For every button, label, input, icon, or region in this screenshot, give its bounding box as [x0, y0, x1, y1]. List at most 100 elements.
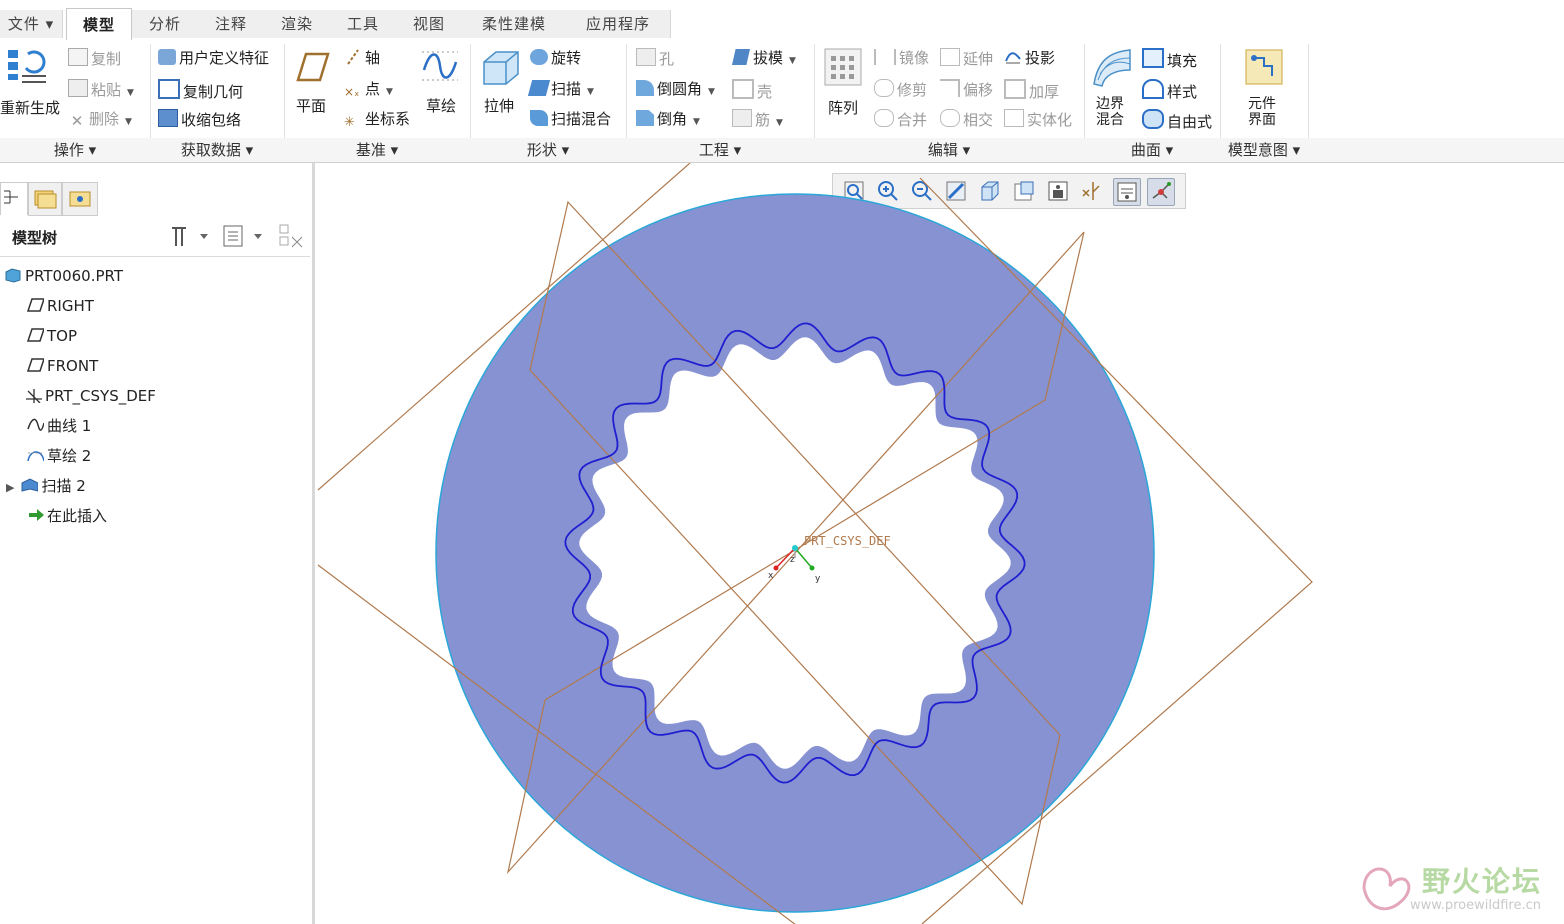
udf-button[interactable]: 用户定义特征 — [158, 48, 269, 68]
tree-item-sweep[interactable]: ▶ 扫描 2 — [6, 474, 86, 498]
point-button[interactable]: ×ₓ 点 ▼ — [344, 79, 393, 102]
tab-model[interactable]: 模型 — [66, 8, 132, 42]
draft-button[interactable]: 拔模 ▼ — [732, 48, 796, 71]
freestyle-button[interactable]: 自由式 — [1142, 109, 1212, 132]
graphics-canvas[interactable]: PRT_CSYS_DEF x y z — [315, 163, 1564, 924]
group-editing[interactable]: 编辑 ▾ — [814, 138, 1084, 162]
copy-geometry-button[interactable]: 复制几何 — [158, 79, 243, 102]
tree-filter-icon[interactable] — [278, 223, 306, 253]
tree-settings-icon[interactable] — [168, 224, 212, 252]
round-button[interactable]: 倒圆角 ▼ — [636, 79, 715, 102]
thicken-button[interactable]: 加厚 — [1004, 79, 1059, 102]
tree-item-part[interactable]: PRT0060.PRT — [4, 264, 123, 288]
thicken-icon — [1004, 79, 1026, 99]
watermark-text: 野火论坛 — [1422, 865, 1543, 898]
merge-icon — [874, 109, 894, 127]
tree-item-top[interactable]: TOP — [26, 324, 77, 348]
round-icon — [636, 80, 654, 96]
component-interface-icon[interactable] — [1244, 48, 1284, 91]
udf-icon — [158, 49, 176, 65]
boundary-blend-button[interactable]: 边界 混合 — [1096, 96, 1124, 128]
tab-file[interactable]: 文件 ▾ — [0, 10, 63, 38]
tab-analysis[interactable]: 分析 — [132, 10, 199, 38]
favorites-tab-icon[interactable] — [62, 182, 98, 216]
fill-button[interactable]: 填充 — [1142, 48, 1197, 71]
copy-geometry-icon — [158, 79, 180, 99]
datum-plane-icon — [26, 358, 44, 372]
group-model-intent[interactable]: 模型意图 ▾ — [1220, 138, 1308, 162]
model-tree-tab-icon[interactable] — [0, 182, 28, 215]
swept-blend-button[interactable]: 扫描混合 — [530, 109, 611, 129]
trim-button[interactable]: 修剪 — [874, 79, 927, 100]
tree-item-sketch[interactable]: 草绘 2 — [26, 444, 91, 468]
rib-button[interactable]: 筋 ▼ — [732, 109, 783, 133]
solidify-button[interactable]: 实体化 — [1004, 109, 1072, 130]
offset-button[interactable]: 偏移 — [940, 79, 993, 100]
tree-item-front[interactable]: FRONT — [26, 354, 98, 378]
plane-button[interactable]: 平面 — [296, 96, 326, 116]
shell-button[interactable]: 壳 — [732, 79, 772, 102]
sweep-button[interactable]: 扫描 ▼ — [527, 79, 594, 102]
group-get-data[interactable]: 获取数据 ▾ — [150, 138, 284, 162]
datum-plane-icon — [26, 328, 44, 342]
axis-z-label: z — [790, 555, 795, 565]
expand-arrow-icon[interactable]: ▶ — [6, 481, 14, 494]
shell-icon — [732, 79, 754, 99]
group-operations[interactable]: 操作 ▾ — [0, 138, 150, 162]
pattern-button[interactable]: 阵列 — [828, 98, 858, 118]
pattern-icon[interactable] — [824, 48, 862, 91]
group-surfaces[interactable]: 曲面 ▾ — [1084, 138, 1220, 162]
shrinkwrap-button[interactable]: 收缩包络 — [158, 109, 241, 130]
copy-icon — [68, 48, 88, 66]
plane-icon[interactable] — [290, 50, 330, 89]
folder-browser-tab-icon[interactable] — [28, 182, 62, 216]
intersect-button[interactable]: 相交 — [940, 109, 993, 130]
tab-applications[interactable]: 应用程序 — [566, 10, 671, 38]
tree-item-right[interactable]: RIGHT — [26, 294, 94, 318]
component-interface-button[interactable]: 元件 界面 — [1248, 96, 1276, 128]
extrude-icon[interactable] — [480, 48, 522, 93]
tab-view[interactable]: 视图 — [396, 10, 463, 38]
model-tree-title: 模型树 — [12, 229, 58, 247]
revolve-button[interactable]: 旋转 — [530, 48, 581, 68]
tree-item-curve[interactable]: 曲线 1 — [26, 414, 91, 438]
sketch-icon[interactable] — [420, 48, 460, 89]
delete-icon: ✕ — [70, 112, 84, 130]
insert-arrow-icon — [29, 509, 44, 521]
paste-icon — [68, 79, 88, 97]
boundary-blend-icon[interactable] — [1090, 46, 1134, 93]
style-button[interactable]: 样式 — [1142, 79, 1197, 102]
extend-button[interactable]: 延伸 — [940, 48, 993, 69]
regenerate-button[interactable]: 重新生成 — [0, 98, 60, 118]
shrinkwrap-icon — [158, 109, 178, 127]
group-datum[interactable]: 基准 ▾ — [284, 138, 470, 162]
extend-icon — [940, 48, 960, 66]
tree-item-insert-here[interactable]: 在此插入 — [26, 504, 107, 528]
delete-button[interactable]: ✕ 删除 ▼ — [68, 109, 132, 132]
tree-item-csys[interactable]: PRT_CSYS_DEF — [24, 384, 156, 408]
project-button[interactable]: 投影 — [1004, 48, 1055, 68]
extrude-button[interactable]: 拉伸 — [484, 96, 514, 116]
copy-button[interactable]: 复制 — [68, 48, 121, 69]
group-shapes[interactable]: 形状 ▾ — [470, 138, 626, 162]
tab-tools[interactable]: 工具 — [330, 10, 397, 38]
tree-show-icon[interactable] — [222, 224, 266, 252]
tab-annotate[interactable]: 注释 — [198, 10, 265, 38]
axis-y-label: y — [815, 574, 821, 584]
hole-button[interactable]: 孔 — [636, 48, 674, 69]
point-icon: ×ₓ — [344, 85, 360, 99]
merge-button[interactable]: 合并 — [874, 109, 927, 130]
hole-icon — [636, 48, 656, 66]
project-icon — [1004, 49, 1022, 65]
sketch-button[interactable]: 草绘 — [426, 96, 456, 116]
paste-button[interactable]: 粘贴 ▼ — [68, 79, 134, 103]
regenerate-icon[interactable] — [6, 46, 48, 95]
csys-label: PRT_CSYS_DEF — [804, 534, 891, 548]
csys-button[interactable]: ✳ 坐标系 — [344, 109, 410, 130]
group-engineering[interactable]: 工程 ▾ — [626, 138, 814, 162]
tab-flexible-modeling[interactable]: 柔性建模 — [462, 10, 567, 38]
axis-button[interactable]: 轴 — [344, 48, 380, 68]
mirror-button[interactable]: 镜像 — [874, 48, 929, 68]
tab-render[interactable]: 渲染 — [264, 10, 331, 38]
chamfer-button[interactable]: 倒角 ▼ — [636, 109, 700, 132]
